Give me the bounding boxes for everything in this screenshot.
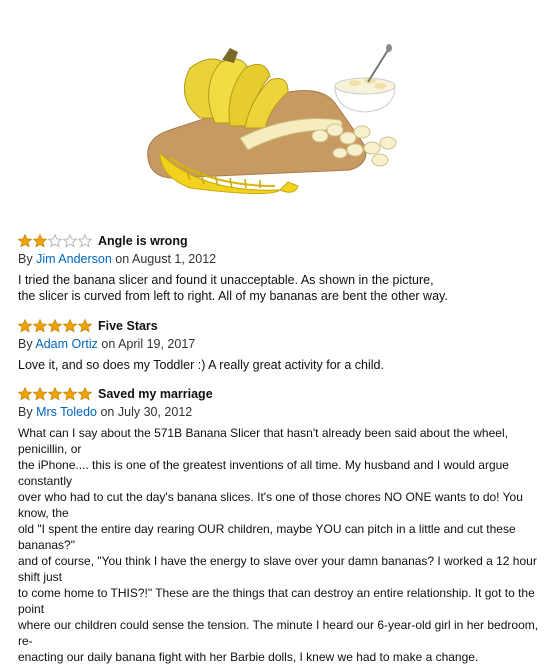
review-body-line: to come home to THIS?!" These are the th…: [18, 586, 535, 616]
on-label: on: [100, 405, 115, 419]
review-body: What can I say about the 571B Banana Sli…: [18, 425, 548, 665]
by-label: By: [18, 252, 33, 266]
bowl-icon: [334, 44, 396, 113]
review-author-link[interactable]: Mrs Toledo: [36, 405, 97, 419]
review-byline: By Jim Anderson on August 1, 2012: [18, 252, 548, 266]
star-filled-icon: [63, 319, 77, 333]
review-body-line: and of course, "You think I have the ene…: [18, 554, 537, 584]
review-body-line: Love it, and so does my Toddler :) A rea…: [18, 358, 384, 372]
star-filled-icon: [33, 319, 47, 333]
star-filled-icon: [33, 387, 47, 401]
star-filled-icon: [18, 387, 32, 401]
review-body-line: What can I say about the 571B Banana Sli…: [18, 426, 508, 456]
star-rating[interactable]: [18, 234, 92, 248]
star-empty-icon: [48, 234, 62, 248]
star-filled-icon: [33, 234, 47, 248]
star-filled-icon: [78, 387, 92, 401]
review-byline: By Adam Ortiz on April 19, 2017: [18, 337, 548, 351]
review-title[interactable]: Five Stars: [98, 319, 158, 333]
star-empty-icon: [78, 234, 92, 248]
review-body-line: I tried the banana slicer and found it u…: [18, 273, 434, 287]
star-rating[interactable]: [18, 319, 92, 333]
star-filled-icon: [48, 387, 62, 401]
product-image: [147, 44, 397, 195]
review-title[interactable]: Angle is wrong: [98, 234, 188, 248]
review-2: Five Stars By Adam Ortiz on April 19, 20…: [18, 317, 548, 373]
star-filled-icon: [18, 234, 32, 248]
review-3: Saved my marriage By Mrs Toledo on July …: [18, 385, 548, 665]
review-title[interactable]: Saved my marriage: [98, 387, 213, 401]
review-body-line: where our children could sense the tensi…: [18, 618, 539, 648]
star-filled-icon: [18, 319, 32, 333]
by-label: By: [18, 337, 33, 351]
review-author-link[interactable]: Jim Anderson: [36, 252, 112, 266]
review-body-line: the slicer is curved from left to right.…: [18, 289, 448, 303]
review-body-line: over who had to cut the day's banana sli…: [18, 490, 523, 520]
star-filled-icon: [63, 387, 77, 401]
review-date: August 1, 2012: [132, 252, 217, 266]
review-body: Love it, and so does my Toddler :) A rea…: [18, 357, 548, 373]
star-rating[interactable]: [18, 387, 92, 401]
review-byline: By Mrs Toledo on July 30, 2012: [18, 405, 548, 419]
star-filled-icon: [78, 319, 92, 333]
on-label: on: [101, 337, 116, 351]
review-body-line: the iPhone.... this is one of the greate…: [18, 458, 509, 488]
review-body-line: enacting our daily banana fight with her…: [18, 650, 479, 664]
review-author-link[interactable]: Adam Ortiz: [35, 337, 98, 351]
star-empty-icon: [63, 234, 77, 248]
review-date: April 19, 2017: [118, 337, 196, 351]
review-1: Angle is wrong By Jim Anderson on August…: [18, 232, 548, 304]
review-date: July 30, 2012: [117, 405, 193, 419]
on-label: on: [115, 252, 130, 266]
star-filled-icon: [48, 319, 62, 333]
review-body-line: old "I spent the entire day rearing OUR …: [18, 522, 516, 552]
review-body: I tried the banana slicer and found it u…: [18, 272, 548, 304]
by-label: By: [18, 405, 33, 419]
